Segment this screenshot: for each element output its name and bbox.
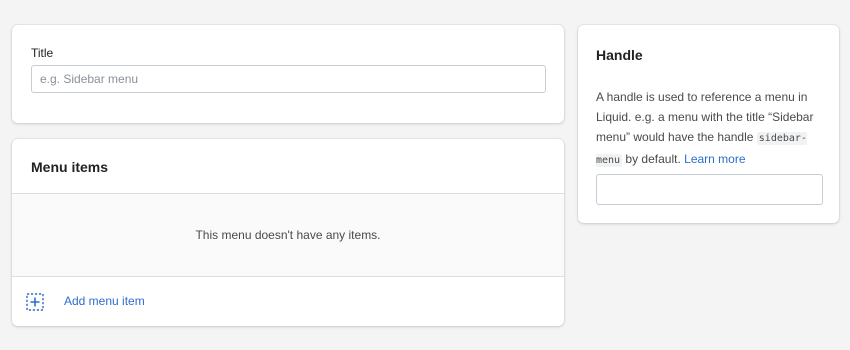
- handle-card: Handle A handle is used to reference a m…: [578, 25, 839, 223]
- empty-state-message: This menu doesn't have any items.: [12, 194, 564, 277]
- learn-more-link[interactable]: Learn more: [684, 152, 745, 166]
- menu-items-heading: Menu items: [31, 159, 109, 175]
- menu-items-header: Menu items: [12, 139, 564, 194]
- title-input[interactable]: [31, 65, 546, 93]
- add-menu-item-label: Add menu item: [64, 294, 145, 308]
- menu-items-card: Menu items This menu doesn't have any it…: [12, 139, 564, 326]
- add-menu-item-button[interactable]: Add menu item: [12, 277, 564, 326]
- handle-heading: Handle: [596, 47, 643, 63]
- plus-square-icon: [26, 293, 44, 311]
- title-label: Title: [31, 46, 54, 60]
- handle-input[interactable]: [596, 174, 823, 205]
- handle-description: A handle is used to reference a menu in …: [596, 87, 826, 171]
- title-card: Title: [12, 25, 564, 123]
- handle-description-suffix: by default.: [622, 152, 685, 166]
